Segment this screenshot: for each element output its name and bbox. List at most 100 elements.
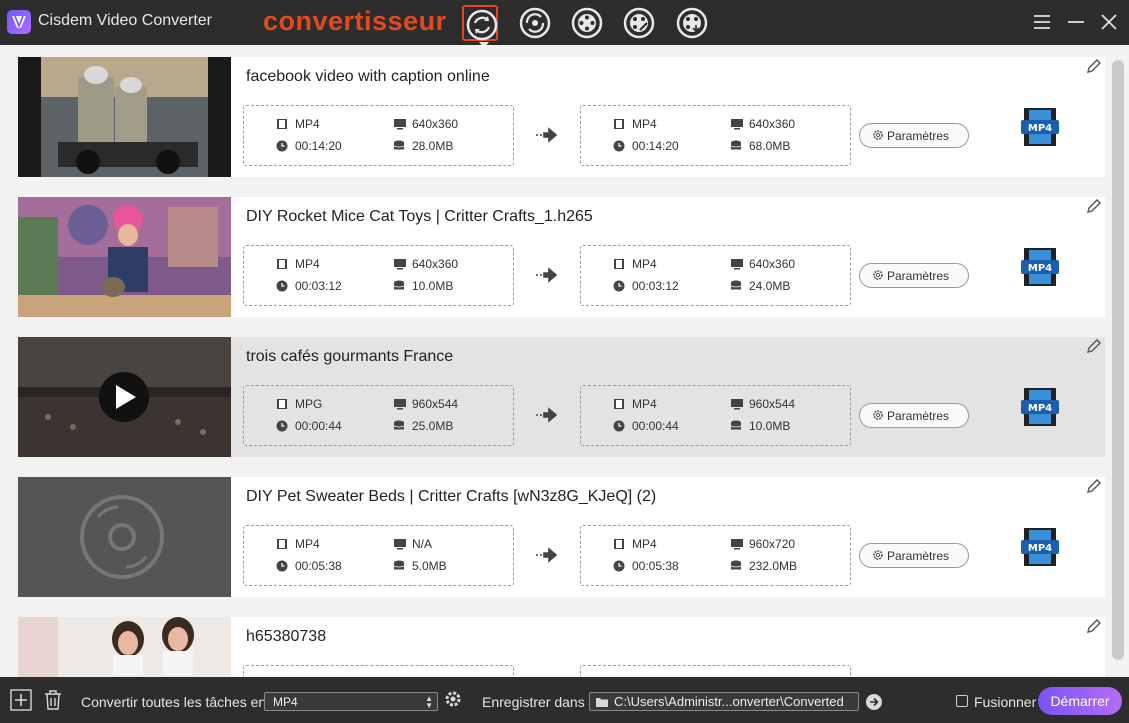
output-format-button[interactable]: MP4 bbox=[1020, 527, 1060, 567]
output-format-button[interactable]: MP4 bbox=[1020, 107, 1060, 147]
pencil-icon bbox=[1087, 479, 1101, 493]
task-title[interactable]: facebook video with caption online bbox=[246, 68, 490, 86]
pencil-icon bbox=[1087, 199, 1101, 213]
video-thumbnail bbox=[18, 337, 231, 457]
output-info-box: MP4 960x544 00:00:44 10.0MB bbox=[580, 385, 851, 446]
download-tool-button[interactable] bbox=[517, 5, 553, 41]
task-list: facebook video with caption online MP4 6… bbox=[0, 45, 1129, 677]
title-bar: Cisdem Video Converter convertisseur bbox=[0, 0, 1129, 48]
source-info-box: MP4 640x360 00:03:12 10.0MB bbox=[243, 245, 514, 306]
video-thumbnail bbox=[18, 197, 231, 317]
convert-tool-button[interactable] bbox=[462, 5, 498, 48]
rename-button[interactable] bbox=[1085, 197, 1103, 215]
settings-button[interactable]: Paramètres bbox=[859, 403, 969, 428]
monitor-icon bbox=[731, 259, 743, 270]
delete-button[interactable] bbox=[42, 689, 64, 711]
merge-checkbox[interactable] bbox=[956, 695, 968, 707]
clock-icon bbox=[276, 560, 288, 572]
task-title[interactable]: DIY Rocket Mice Cat Toys | Critter Craft… bbox=[246, 208, 593, 226]
start-button[interactable]: Démarrer bbox=[1038, 687, 1122, 715]
database-icon bbox=[393, 140, 405, 150]
monitor-icon bbox=[394, 539, 406, 550]
trash-icon bbox=[45, 690, 61, 710]
mode-label: convertisseur bbox=[263, 6, 447, 36]
database-icon bbox=[393, 420, 405, 430]
film-icon bbox=[277, 399, 287, 409]
rename-button[interactable] bbox=[1085, 337, 1103, 355]
convert-arrow-icon bbox=[535, 407, 558, 423]
monitor-icon bbox=[394, 399, 406, 410]
film-icon bbox=[614, 119, 624, 129]
database-icon bbox=[730, 560, 742, 570]
task-item[interactable]: facebook video with caption online MP4 6… bbox=[18, 57, 1105, 177]
minimize-button[interactable] bbox=[1064, 10, 1088, 34]
film-icon bbox=[277, 539, 287, 549]
edit-tool-button[interactable] bbox=[621, 5, 657, 41]
select-arrows-icon: ▲ ▼ bbox=[425, 694, 433, 710]
convert-arrow-icon bbox=[535, 547, 558, 563]
settings-button[interactable]: Paramètres bbox=[859, 543, 969, 568]
clock-icon bbox=[276, 420, 288, 432]
monitor-icon bbox=[731, 539, 743, 550]
menu-button[interactable] bbox=[1030, 10, 1054, 34]
clock-icon bbox=[613, 560, 625, 572]
gear-icon bbox=[445, 691, 461, 707]
film-icon bbox=[614, 259, 624, 269]
bottom-bar: Convertir toutes les tâches en MP4 ▲ ▼ En… bbox=[0, 677, 1129, 723]
close-icon bbox=[1101, 14, 1117, 30]
rename-button[interactable] bbox=[1085, 477, 1103, 495]
clock-icon bbox=[613, 280, 625, 292]
task-item[interactable]: DIY Pet Sweater Beds | Critter Crafts [w… bbox=[18, 477, 1105, 597]
svg-text:MP4: MP4 bbox=[1028, 263, 1052, 274]
output-path-field[interactable]: C:\Users\Administr...onverter\Converted bbox=[589, 692, 859, 711]
pencil-icon bbox=[1087, 339, 1101, 353]
task-item[interactable]: h65380738 bbox=[18, 617, 1105, 677]
close-button[interactable] bbox=[1097, 10, 1121, 34]
scrollbar-thumb[interactable] bbox=[1112, 60, 1124, 660]
clock-icon bbox=[276, 140, 288, 152]
film-reel-icon bbox=[571, 7, 603, 39]
task-title[interactable]: trois cafés gourmants France bbox=[246, 348, 453, 366]
dvd-tool-button[interactable] bbox=[569, 5, 605, 41]
source-info-box bbox=[243, 665, 514, 677]
app-title: Cisdem Video Converter bbox=[38, 12, 213, 29]
monitor-icon bbox=[731, 119, 743, 130]
task-title[interactable]: h65380738 bbox=[246, 628, 326, 646]
svg-text:MP4: MP4 bbox=[1028, 403, 1052, 414]
film-icon bbox=[277, 119, 287, 129]
monitor-icon bbox=[394, 119, 406, 130]
task-item-selected[interactable]: trois cafés gourmants France MPG 960x544… bbox=[18, 337, 1105, 457]
scrollbar[interactable] bbox=[1109, 45, 1129, 677]
output-format-button[interactable]: MP4 bbox=[1020, 387, 1060, 427]
pencil-icon bbox=[1087, 619, 1101, 633]
mp4-format-icon: MP4 bbox=[1021, 388, 1059, 426]
minimize-icon bbox=[1068, 21, 1084, 23]
task-title[interactable]: DIY Pet Sweater Beds | Critter Crafts [w… bbox=[246, 488, 656, 506]
source-info-box: MPG 960x544 00:00:44 25.0MB bbox=[243, 385, 514, 446]
output-format-button[interactable]: MP4 bbox=[1020, 247, 1060, 287]
output-info-box bbox=[580, 665, 851, 677]
output-info-box: MP4 960x720 00:05:38 232.0MB bbox=[580, 525, 851, 586]
hamburger-menu-icon bbox=[1034, 15, 1050, 29]
database-icon bbox=[393, 280, 405, 290]
convert-icon bbox=[466, 9, 498, 41]
burn-tool-button[interactable] bbox=[674, 5, 710, 41]
mp4-format-icon: MP4 bbox=[1021, 108, 1059, 146]
convert-all-format-select[interactable]: MP4 ▲ ▼ bbox=[264, 692, 438, 711]
task-item[interactable]: DIY Rocket Mice Cat Toys | Critter Craft… bbox=[18, 197, 1105, 317]
monitor-icon bbox=[731, 399, 743, 410]
open-folder-button[interactable] bbox=[865, 693, 883, 711]
rename-button[interactable] bbox=[1085, 617, 1103, 635]
format-settings-button[interactable] bbox=[443, 689, 465, 711]
mp4-format-icon: MP4 bbox=[1021, 248, 1059, 286]
convert-all-label: Convertir toutes les tâches en bbox=[81, 694, 267, 710]
clock-icon bbox=[613, 420, 625, 432]
video-thumbnail bbox=[18, 617, 231, 677]
gear-icon bbox=[873, 550, 883, 560]
download-refresh-icon bbox=[519, 7, 551, 39]
settings-button[interactable]: Paramètres bbox=[859, 123, 969, 148]
merge-label[interactable]: Fusionner bbox=[974, 694, 1036, 710]
rename-button[interactable] bbox=[1085, 57, 1103, 75]
settings-button[interactable]: Paramètres bbox=[859, 263, 969, 288]
add-files-button[interactable] bbox=[10, 689, 32, 711]
